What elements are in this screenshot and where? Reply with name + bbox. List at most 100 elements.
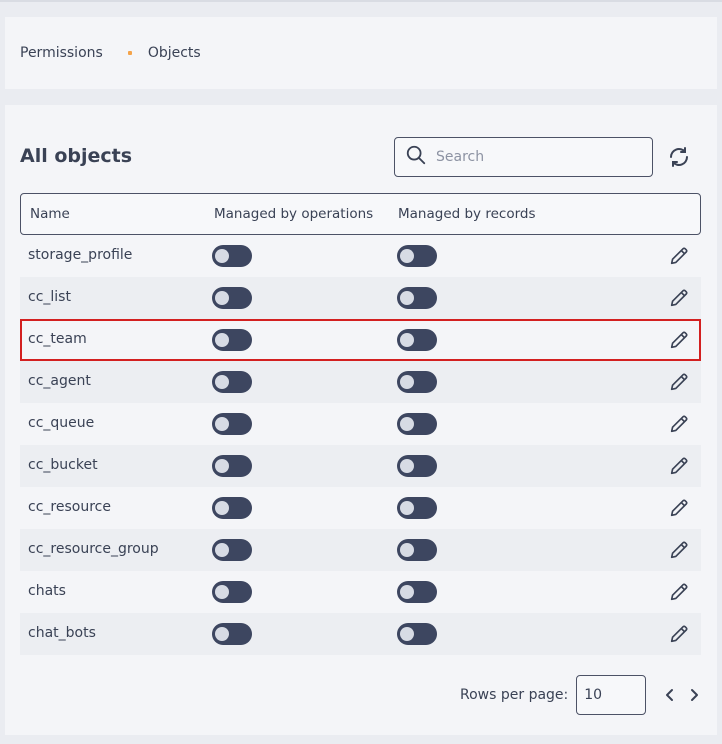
edit-button[interactable] — [668, 287, 690, 309]
table-row: cc_agent — [20, 361, 701, 403]
refresh-icon — [670, 147, 688, 167]
edit-button[interactable] — [668, 455, 690, 477]
previous-page-button[interactable] — [663, 688, 677, 702]
edit-button[interactable] — [668, 497, 690, 519]
managed-by-operations-toggle[interactable] — [212, 497, 252, 519]
rows-per-page-value: 10 — [584, 687, 603, 703]
pencil-icon — [668, 499, 690, 523]
breadcrumb-item-permissions[interactable]: Permissions — [20, 45, 103, 61]
pencil-icon — [668, 331, 690, 355]
edit-button[interactable] — [668, 539, 690, 561]
managed-by-operations-toggle[interactable] — [212, 581, 252, 603]
next-page-button[interactable] — [687, 688, 701, 702]
objects-table: Name Managed by operations Managed by re… — [20, 193, 701, 655]
table-row: chat_bots — [20, 613, 701, 655]
toggle-knob — [215, 375, 229, 389]
toggle-knob — [215, 249, 229, 263]
managed-by-operations-toggle[interactable] — [212, 413, 252, 435]
chevron-right-icon — [691, 689, 699, 701]
managed-by-records-toggle[interactable] — [397, 329, 437, 351]
toggle-knob — [400, 333, 414, 347]
toggle-knob — [215, 543, 229, 557]
edit-button[interactable] — [668, 413, 690, 435]
managed-by-operations-toggle[interactable] — [212, 329, 252, 351]
table-row: storage_profile — [20, 235, 701, 277]
toggle-knob — [400, 627, 414, 641]
managed-by-records-toggle[interactable] — [397, 623, 437, 645]
managed-by-operations-toggle[interactable] — [212, 623, 252, 645]
toggle-knob — [215, 627, 229, 641]
toggle-knob — [215, 585, 229, 599]
search-box[interactable] — [394, 137, 653, 177]
chevron-left-icon — [666, 689, 674, 701]
toggle-knob — [400, 585, 414, 599]
managed-by-records-toggle[interactable] — [397, 455, 437, 477]
table-body: storage_profile cc_list cc_team cc_agent cc_… — [20, 235, 701, 655]
toggle-knob — [215, 333, 229, 347]
pencil-icon — [668, 541, 690, 565]
edit-button[interactable] — [668, 329, 690, 351]
toggle-knob — [400, 291, 414, 305]
object-name: cc_team — [28, 331, 87, 347]
breadcrumb-separator — [127, 51, 132, 55]
object-name: cc_list — [28, 289, 71, 305]
managed-by-operations-toggle[interactable] — [212, 287, 252, 309]
column-header-name[interactable]: Name — [30, 206, 70, 222]
rows-per-page-label: Rows per page: — [460, 687, 569, 703]
edit-button[interactable] — [668, 623, 690, 645]
managed-by-records-toggle[interactable] — [397, 497, 437, 519]
top-divider — [0, 0, 722, 2]
page-title: All objects — [20, 145, 133, 167]
objects-panel: All objects Name Managed by operations M… — [5, 105, 717, 735]
managed-by-operations-toggle[interactable] — [212, 539, 252, 561]
managed-by-records-toggle[interactable] — [397, 581, 437, 603]
search-icon — [405, 144, 427, 170]
table-row: cc_resource_group — [20, 529, 701, 571]
table-row: cc_queue — [20, 403, 701, 445]
breadcrumb: Permissions Objects — [5, 17, 717, 89]
managed-by-operations-toggle[interactable] — [212, 371, 252, 393]
object-name: cc_bucket — [28, 457, 98, 473]
managed-by-records-toggle[interactable] — [397, 287, 437, 309]
toggle-knob — [215, 417, 229, 431]
table-row: chats — [20, 571, 701, 613]
object-name: chats — [28, 583, 66, 599]
object-name: chat_bots — [28, 625, 96, 641]
edit-button[interactable] — [668, 371, 690, 393]
pencil-icon — [668, 583, 690, 607]
managed-by-operations-toggle[interactable] — [212, 455, 252, 477]
managed-by-operations-toggle[interactable] — [212, 245, 252, 267]
managed-by-records-toggle[interactable] — [397, 371, 437, 393]
edit-button[interactable] — [668, 581, 690, 603]
toggle-knob — [400, 375, 414, 389]
object-name: cc_resource — [28, 499, 111, 515]
object-name: storage_profile — [28, 247, 133, 263]
pencil-icon — [668, 373, 690, 397]
pencil-icon — [668, 457, 690, 481]
pagination: Rows per page: 10 — [460, 675, 701, 715]
managed-by-records-toggle[interactable] — [397, 539, 437, 561]
object-name: cc_queue — [28, 415, 95, 431]
edit-button[interactable] — [668, 245, 690, 267]
toggle-knob — [400, 417, 414, 431]
managed-by-records-toggle[interactable] — [397, 413, 437, 435]
toggle-knob — [400, 501, 414, 515]
table-row: cc_resource — [20, 487, 701, 529]
pencil-icon — [668, 247, 690, 271]
toggle-knob — [215, 501, 229, 515]
search-input[interactable] — [436, 149, 636, 165]
breadcrumb-item-objects: Objects — [147, 45, 201, 61]
toggle-knob — [400, 249, 414, 263]
toggle-knob — [215, 291, 229, 305]
refresh-button[interactable] — [667, 145, 691, 169]
column-header-managed-by-records[interactable]: Managed by records — [398, 206, 536, 222]
column-header-managed-by-operations[interactable]: Managed by operations — [214, 206, 373, 222]
pencil-icon — [668, 289, 690, 313]
toggle-knob — [400, 543, 414, 557]
object-name: cc_resource_group — [28, 541, 159, 557]
rows-per-page-select[interactable]: 10 — [576, 675, 647, 715]
table-row: cc_bucket — [20, 445, 701, 487]
object-name: cc_agent — [28, 373, 91, 389]
managed-by-records-toggle[interactable] — [397, 245, 437, 267]
table-row: cc_team — [20, 319, 701, 361]
